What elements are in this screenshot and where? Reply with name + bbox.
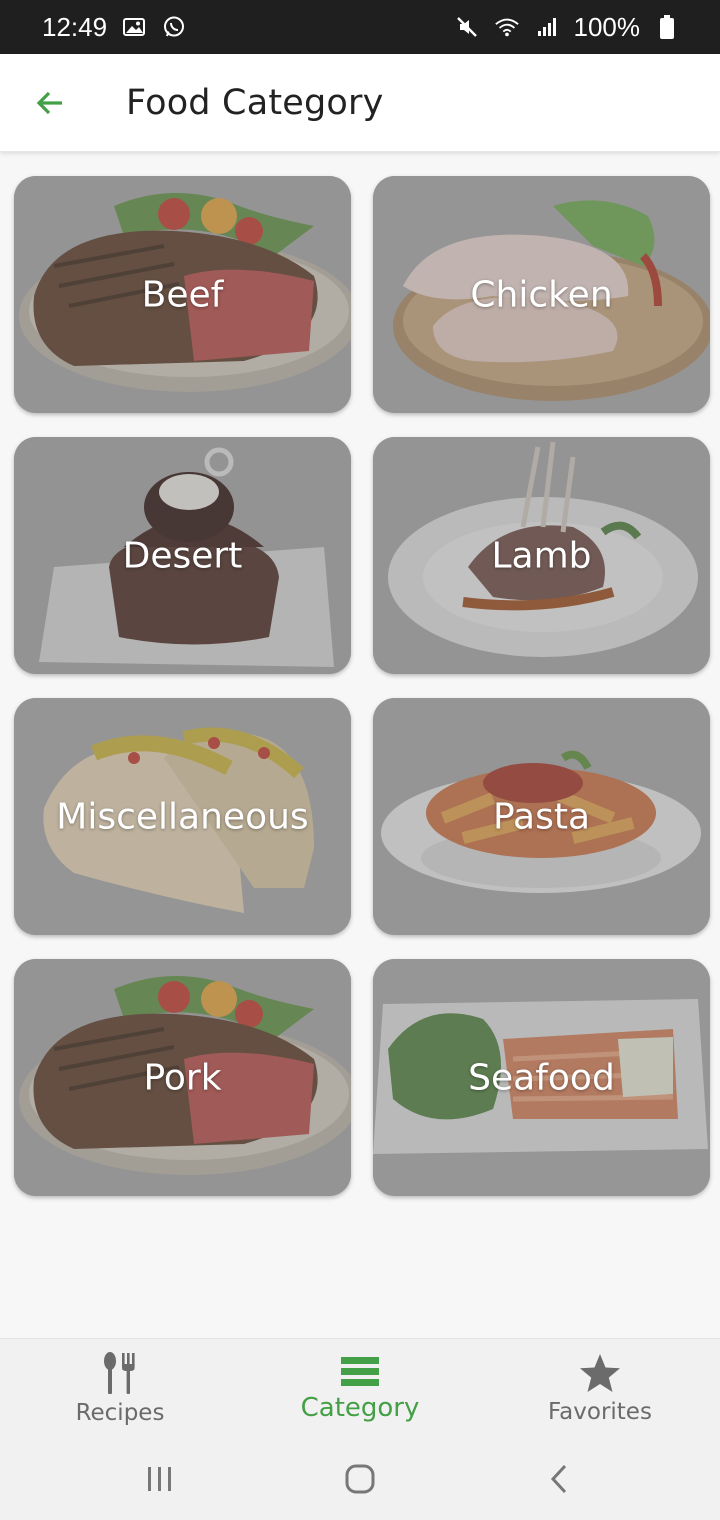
app-bar: Food Category <box>0 54 720 152</box>
signal-icon <box>534 14 560 40</box>
battery-percent: 100% <box>573 11 641 42</box>
arrow-left-icon <box>36 91 62 114</box>
category-label: Miscellaneous <box>56 796 309 837</box>
status-right: 100% <box>454 12 681 43</box>
star-icon <box>580 1353 620 1392</box>
category-grid: Beef Chicken Desert Lamb Miscellaneous P… <box>14 176 710 1196</box>
category-label: Pasta <box>492 796 591 837</box>
status-time: 12:49 <box>42 11 108 42</box>
wifi-icon <box>494 14 520 40</box>
system-back-button[interactable] <box>530 1449 590 1509</box>
home-button[interactable] <box>330 1449 390 1509</box>
category-card-pasta[interactable]: Pasta <box>373 698 710 935</box>
status-bar: 12:49 100% <box>0 0 720 54</box>
nav-item-recipes[interactable]: Recipes <box>0 1339 240 1438</box>
category-label: Beef <box>141 274 224 315</box>
category-card-desert[interactable]: Desert <box>14 437 351 674</box>
battery-icon <box>654 14 680 40</box>
back-icon <box>550 1464 567 1494</box>
recents-icon <box>148 1467 171 1491</box>
category-card-pork[interactable]: Pork <box>14 959 351 1196</box>
nav-label-recipes: Recipes <box>75 1399 165 1426</box>
status-left: 12:49 <box>42 12 187 43</box>
category-card-beef[interactable]: Beef <box>14 176 351 413</box>
category-label: Pork <box>143 1057 222 1098</box>
back-button[interactable] <box>20 73 80 133</box>
nav-item-favorites[interactable]: Favorites <box>480 1339 720 1438</box>
category-label: Lamb <box>491 535 592 576</box>
category-card-seafood[interactable]: Seafood <box>373 959 710 1196</box>
category-label: Seafood <box>468 1057 615 1098</box>
fork-knife-icon <box>104 1351 135 1394</box>
category-card-lamb[interactable]: Lamb <box>373 437 710 674</box>
category-label: Chicken <box>470 274 613 315</box>
bottom-navigation: Recipes Category Favorites <box>0 1338 720 1438</box>
page-title: Food Category <box>126 82 384 123</box>
whatsapp-icon <box>161 14 187 40</box>
image-icon <box>121 14 147 40</box>
category-card-chicken[interactable]: Chicken <box>373 176 710 413</box>
recents-button[interactable] <box>130 1449 190 1509</box>
nav-label-favorites: Favorites <box>548 1398 652 1425</box>
category-label: Desert <box>122 535 243 576</box>
nav-item-category[interactable]: Category <box>240 1339 480 1438</box>
category-card-miscellaneous[interactable]: Miscellaneous <box>14 698 351 935</box>
nav-label-category: Category <box>300 1392 420 1423</box>
list-icon <box>341 1356 379 1386</box>
home-icon <box>345 1464 375 1494</box>
mute-icon <box>454 14 480 40</box>
system-navigation <box>0 1438 720 1520</box>
